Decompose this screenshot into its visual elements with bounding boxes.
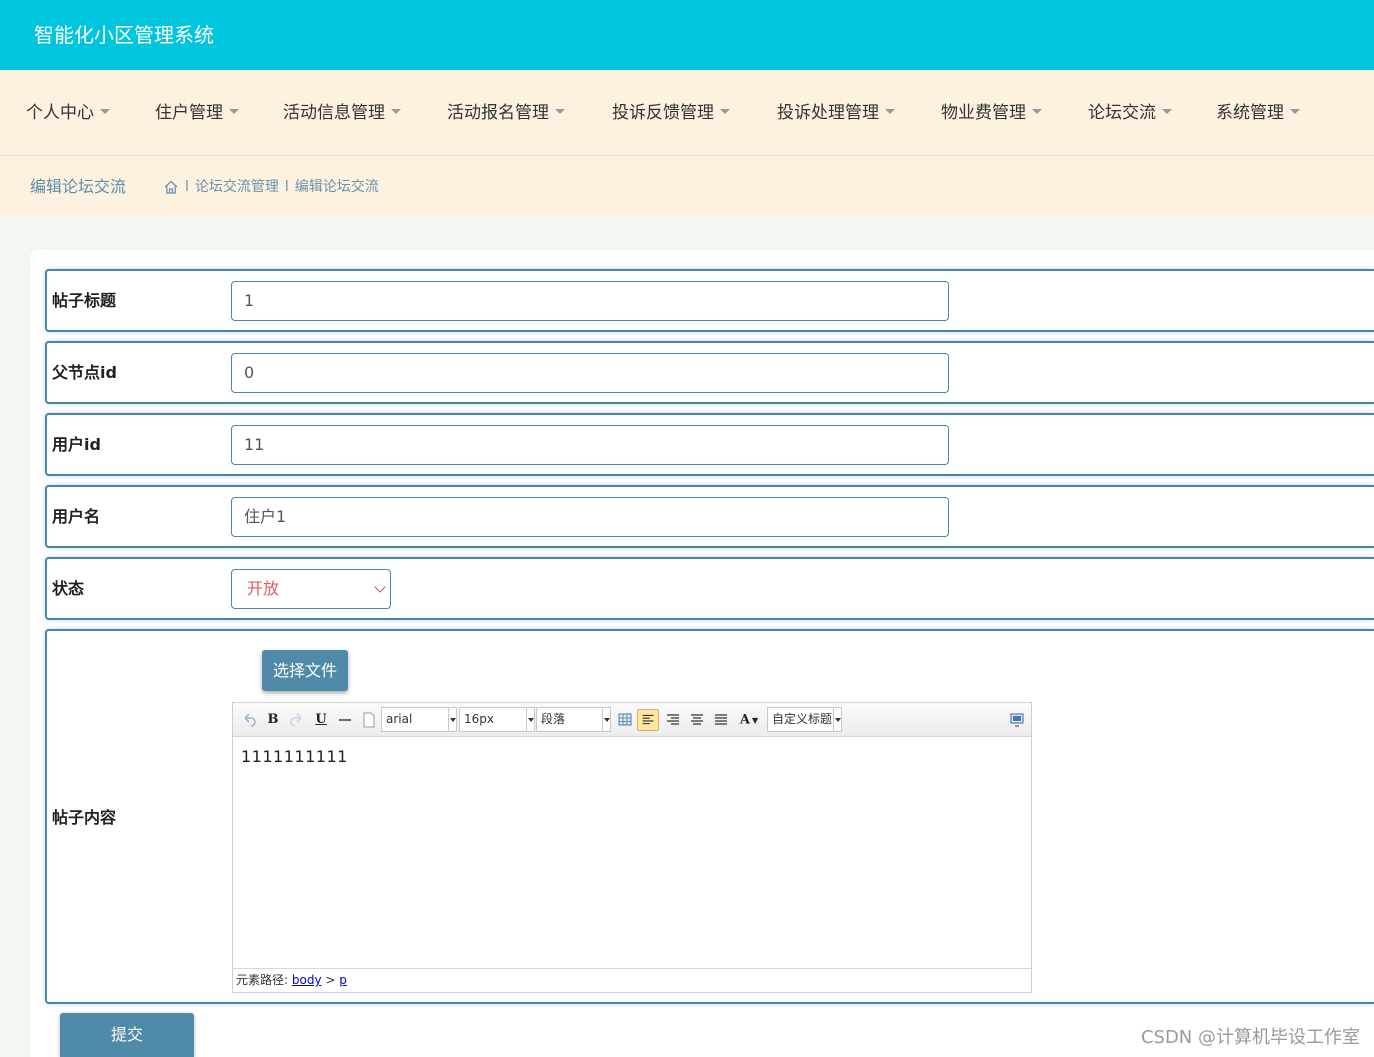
nav-label: 个人中心 [26, 103, 94, 123]
paragraph-select[interactable]: 段落 [536, 707, 611, 732]
caret-down-icon [391, 108, 401, 114]
nav-label: 物业费管理 [941, 103, 1026, 123]
form-row-content: 帖子内容 选择文件 B U arial 16px 段落 A ▼ 自定义标题 111… [45, 629, 1374, 1004]
post-title-input[interactable]: 1 [231, 281, 949, 321]
redo-icon[interactable] [289, 709, 305, 731]
nav-label: 活动信息管理 [283, 103, 385, 123]
element-path-separator: > [325, 973, 336, 987]
status-select-value: 开放 [247, 579, 280, 598]
horizontal-rule-icon[interactable] [337, 709, 353, 731]
caret-down-icon [1162, 108, 1172, 114]
undo-icon[interactable] [241, 709, 257, 731]
parent-id-label: 父节点id [52, 363, 117, 382]
element-path-label: 元素路径: [236, 973, 289, 987]
caret-down-icon [555, 108, 565, 114]
font-size-select[interactable]: 16px [459, 707, 535, 732]
nav-item-personal-center[interactable]: 个人中心 [26, 101, 110, 125]
app-title: 智能化小区管理系统 [34, 23, 214, 47]
caret-down-icon [100, 108, 110, 114]
editor-content[interactable]: 1111111111 [241, 747, 348, 766]
main-nav: 个人中心 住户管理 活动信息管理 活动报名管理 投诉反馈管理 投诉处理管理 物业… [0, 70, 1374, 156]
underline-icon[interactable]: U [313, 709, 329, 731]
username-label: 用户名 [52, 507, 101, 526]
breadcrumb-separator: l [284, 179, 289, 195]
choose-file-button[interactable]: 选择文件 [262, 650, 348, 691]
content-label: 帖子内容 [52, 808, 117, 827]
dropdown-arrow-icon [526, 708, 534, 731]
top-header: 智能化小区管理系统 [0, 0, 1374, 70]
form-row-parent-id: 父节点id 0 [45, 341, 1374, 404]
nav-label: 活动报名管理 [447, 103, 549, 123]
nav-item-property-fee[interactable]: 物业费管理 [941, 101, 1042, 125]
align-justify-icon[interactable] [713, 709, 729, 731]
nav-item-complaint-handling[interactable]: 投诉处理管理 [777, 101, 895, 125]
rich-text-editor: B U arial 16px 段落 A ▼ 自定义标题 1111111111 元素… [232, 702, 1032, 993]
element-path-p-link[interactable]: p [339, 973, 347, 987]
nav-item-activity-info[interactable]: 活动信息管理 [283, 101, 401, 125]
caret-down-icon [1032, 108, 1042, 114]
nav-label: 系统管理 [1216, 103, 1284, 123]
caret-down-icon [885, 108, 895, 114]
element-path-bar: 元素路径: body > p [233, 968, 1031, 992]
custom-heading-value: 自定义标题 [772, 712, 832, 726]
form-row-post-title: 帖子标题 1 [45, 269, 1374, 332]
font-family-value: arial [386, 712, 413, 726]
nav-item-activity-signup[interactable]: 活动报名管理 [447, 101, 565, 125]
submit-button[interactable]: 提交 [60, 1013, 194, 1057]
user-id-input[interactable]: 11 [231, 425, 949, 465]
post-title-label: 帖子标题 [52, 291, 117, 310]
user-id-label: 用户id [52, 435, 101, 454]
nav-label: 住户管理 [155, 103, 223, 123]
fullscreen-icon[interactable] [1009, 709, 1025, 731]
nav-label: 论坛交流 [1088, 103, 1156, 123]
breadcrumb-separator: l [185, 179, 189, 195]
dropdown-arrow-icon [602, 708, 610, 731]
page-title: 编辑论坛交流 [30, 177, 127, 196]
nav-item-forum[interactable]: 论坛交流 [1088, 101, 1172, 125]
bold-icon[interactable]: B [265, 709, 281, 731]
form-row-username: 用户名 住户1 [45, 485, 1374, 548]
page-header: 编辑论坛交流 l 论坛交流管理 l 编辑论坛交流 [0, 157, 1374, 218]
element-path-body-link[interactable]: body [292, 973, 322, 987]
dropdown-arrow-icon [833, 708, 841, 731]
nav-label: 投诉处理管理 [777, 103, 879, 123]
username-input[interactable]: 住户1 [231, 497, 949, 537]
breadcrumb-edit-forum: 编辑论坛交流 [294, 179, 379, 195]
nav-item-system[interactable]: 系统管理 [1216, 101, 1300, 125]
breadcrumb-forum-management[interactable]: 论坛交流管理 [195, 178, 279, 196]
form-row-user-id: 用户id 11 [45, 413, 1374, 476]
status-select[interactable]: 开放 [231, 569, 391, 609]
status-label: 状态 [52, 579, 85, 598]
caret-down-icon [1290, 108, 1300, 114]
watermark: CSDN @计算机毕设工作室 [1140, 1027, 1360, 1048]
chevron-down-icon [374, 581, 386, 593]
dropdown-arrow-icon [448, 708, 456, 731]
caret-down-icon [720, 108, 730, 114]
nav-label: 投诉反馈管理 [612, 103, 714, 123]
custom-heading-select[interactable]: 自定义标题 [767, 707, 842, 732]
font-size-value: 16px [464, 712, 494, 726]
nav-item-resident-management[interactable]: 住户管理 [155, 101, 239, 125]
align-left-icon[interactable] [637, 709, 659, 731]
align-center-icon[interactable] [689, 709, 705, 731]
document-icon[interactable] [361, 709, 377, 731]
font-color-icon[interactable]: A ▼ [737, 709, 761, 731]
parent-id-input[interactable]: 0 [231, 353, 949, 393]
table-icon[interactable] [617, 709, 633, 731]
editor-toolbar: B U arial 16px 段落 A ▼ 自定义标题 [233, 703, 1031, 737]
nav-item-complaint-feedback[interactable]: 投诉反馈管理 [612, 101, 730, 125]
font-family-select[interactable]: arial [381, 707, 457, 732]
caret-down-icon [229, 108, 239, 114]
breadcrumb: l 论坛交流管理 l 编辑论坛交流 [163, 178, 379, 196]
form-row-status: 状态 开放 [45, 557, 1374, 620]
paragraph-value: 段落 [541, 712, 566, 726]
align-right-icon[interactable] [665, 709, 681, 731]
home-icon[interactable] [163, 179, 179, 195]
